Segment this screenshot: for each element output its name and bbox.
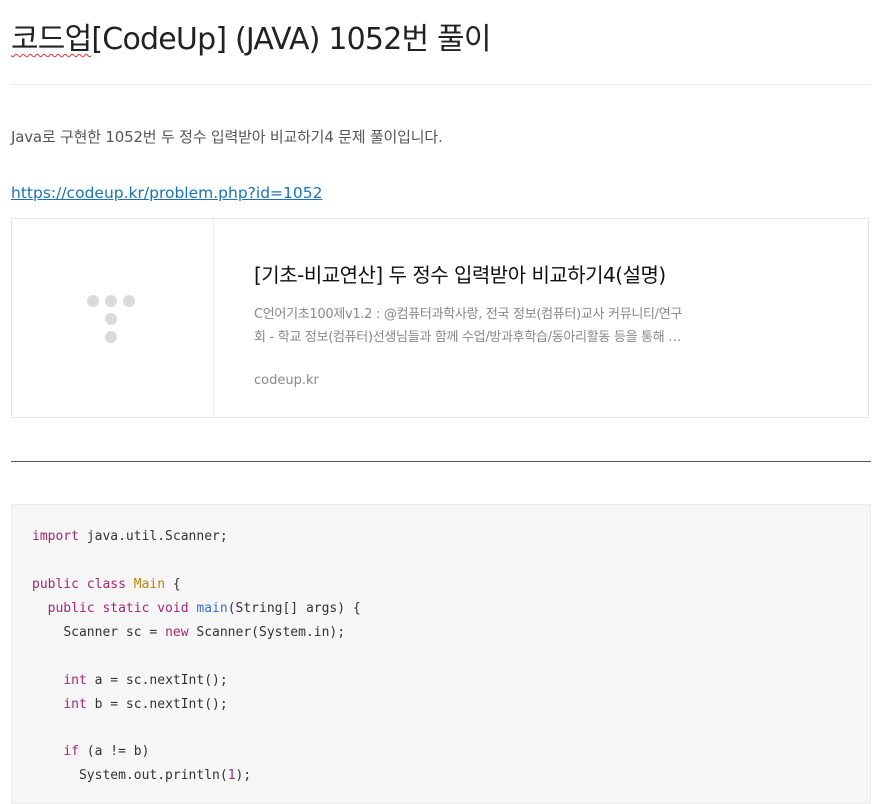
code-line: System.out.println(1); [78, 768, 252, 783]
code-block: import java.util.Scanner; public class M… [11, 504, 871, 804]
title-prefix: 코드업 [11, 22, 92, 57]
code-line: import java.util.Scanner; [32, 529, 228, 544]
card-description: C언어기초100제v1.2 : @컴퓨터과학사랑, 전국 정보(컴퓨터)교사 커… [254, 303, 724, 349]
code-line: int a = sc.nextInt(); [63, 673, 228, 688]
card-desc-line1: C언어기초100제v1.2 : @컴퓨터과학사랑, 전국 정보(컴퓨터)교사 커… [254, 307, 683, 322]
section-divider [11, 461, 871, 462]
code-line: if (a != b) [63, 744, 150, 759]
card-domain: codeup.kr [254, 373, 319, 388]
code-line: public class Main { [32, 577, 181, 592]
intro-text: Java로 구현한 1052번 두 정수 입력받아 비교하기4 문제 풀이입니다… [11, 128, 443, 146]
title-divider [11, 84, 871, 85]
code-line: Scanner sc = new Scanner(System.in); [63, 625, 346, 640]
title-rest: [CodeUp] (JAVA) 1052번 풀이 [91, 22, 491, 57]
code-line: int b = sc.nextInt(); [63, 697, 228, 712]
post-title: 코드업[CodeUp] (JAVA) 1052번 풀이 [11, 14, 491, 58]
link-preview-card[interactable]: [기초-비교연산] 두 정수 입력받아 비교하기4(설명) C언어기초100제v… [11, 218, 869, 418]
card-thumbnail [12, 219, 214, 417]
card-desc-line2: 회 - 학교 정보(컴퓨터)선생님들과 함께 수업/방과후학습/동아리활동 등을… [254, 330, 681, 345]
code-line: public static void main(String[] args) { [47, 601, 361, 616]
card-title: [기초-비교연산] 두 정수 입력받아 비교하기4(설명) [254, 263, 666, 287]
problem-link[interactable]: https://codeup.kr/problem.php?id=1052 [11, 184, 322, 202]
